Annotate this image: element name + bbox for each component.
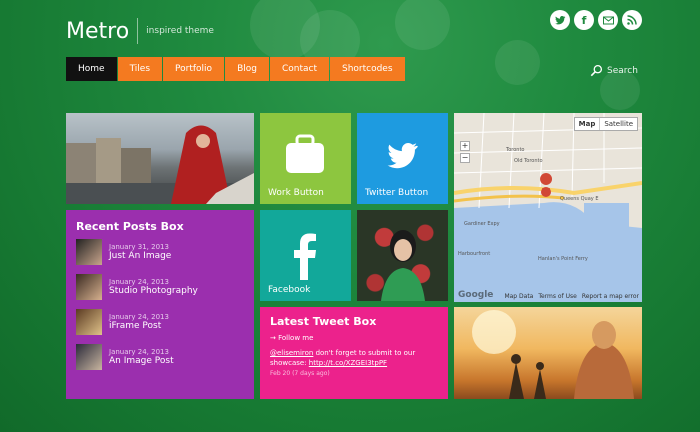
logo-title: Metro bbox=[66, 18, 130, 44]
post-thumbnail[interactable] bbox=[76, 239, 102, 265]
post-title[interactable]: Just An Image bbox=[109, 251, 171, 261]
recent-posts-title: Recent Posts Box bbox=[76, 220, 184, 233]
portrait-image bbox=[381, 230, 425, 301]
rss-icon[interactable] bbox=[622, 10, 642, 30]
nav-item-blog[interactable]: Blog bbox=[225, 57, 269, 81]
nav-item-tiles[interactable]: Tiles bbox=[117, 57, 163, 81]
nav-item-shortcodes[interactable]: Shortcodes bbox=[329, 57, 405, 81]
map-zoom-controls: + − bbox=[460, 141, 470, 163]
latest-tweet-title: Latest Tweet Box bbox=[270, 315, 377, 328]
map-zoom-in-button[interactable]: + bbox=[460, 141, 470, 151]
facebook-icon[interactable]: f bbox=[574, 10, 594, 30]
social-links: f bbox=[550, 10, 642, 30]
map-label-old-toronto: Old Toronto bbox=[514, 158, 543, 164]
map-label-toronto: Toronto bbox=[506, 147, 525, 153]
venice-image bbox=[66, 125, 254, 204]
map-label-queens-quay: Queens Quay E bbox=[560, 196, 599, 202]
list-item[interactable]: January 31, 2013 Just An Image bbox=[76, 239, 244, 265]
tweet-handle-link[interactable]: @elisemiron bbox=[270, 349, 313, 357]
list-item[interactable]: January 24, 2013 An Image Post bbox=[76, 344, 244, 370]
search-icon bbox=[590, 64, 603, 77]
beach-photo-tile[interactable] bbox=[454, 307, 642, 399]
search-box[interactable]: Search bbox=[590, 64, 638, 77]
logo-divider bbox=[137, 18, 139, 44]
map-label-gardiner: Gardiner Expy bbox=[464, 221, 500, 227]
map-terms-link[interactable]: Terms of Use bbox=[538, 293, 576, 300]
post-title[interactable]: An Image Post bbox=[109, 356, 174, 366]
list-item[interactable]: January 24, 2013 Studio Photography bbox=[76, 274, 244, 300]
post-thumbnail[interactable] bbox=[76, 309, 102, 335]
recent-posts-tile: Recent Posts Box January 31, 2013 Just An… bbox=[66, 210, 254, 399]
post-date: January 31, 2013 bbox=[109, 243, 169, 251]
map-report-link[interactable]: Report a map error bbox=[582, 293, 639, 300]
twitter-button-tile[interactable]: Twitter Button bbox=[357, 113, 448, 204]
work-button-label: Work Button bbox=[268, 188, 324, 198]
nav-item-portfolio[interactable]: Portfolio bbox=[163, 57, 225, 81]
latest-tweet-tile: Latest Tweet Box → Follow me @elisemiron… bbox=[260, 307, 448, 399]
post-date: January 24, 2013 bbox=[109, 313, 169, 321]
venice-photo-tile[interactable] bbox=[66, 113, 254, 204]
list-item[interactable]: January 24, 2013 iFrame Post bbox=[76, 309, 244, 335]
map-tile[interactable]: Toronto Old Toronto Gardiner Expy Harbou… bbox=[454, 113, 642, 302]
twitter-button-label: Twitter Button bbox=[365, 188, 429, 198]
bokeh-light bbox=[250, 0, 320, 60]
map-data-link[interactable]: Map Data bbox=[504, 293, 533, 300]
map-tab-map[interactable]: Map bbox=[575, 118, 601, 130]
map-zoom-out-button[interactable]: − bbox=[460, 153, 470, 163]
map-type-toggle: Map Satellite bbox=[573, 117, 638, 131]
main-nav: Home Tiles Portfolio Blog Contact Shortc… bbox=[66, 57, 406, 81]
post-title[interactable]: Studio Photography bbox=[109, 286, 198, 296]
follow-me-link[interactable]: → Follow me bbox=[270, 334, 438, 342]
map-tab-satellite[interactable]: Satellite bbox=[600, 118, 637, 130]
tweet-url-link[interactable]: http://t.co/XZGEI3tpPF bbox=[309, 359, 387, 367]
bokeh-light bbox=[395, 0, 450, 50]
nav-item-contact[interactable]: Contact bbox=[269, 57, 329, 81]
map-label-ferry: Hanlan's Point Ferry bbox=[538, 256, 588, 262]
bokeh-light bbox=[495, 40, 540, 85]
facebook-tile[interactable]: Facebook bbox=[260, 210, 351, 301]
site-logo[interactable]: Metro inspired theme bbox=[66, 18, 214, 44]
work-button-tile[interactable]: Work Button bbox=[260, 113, 351, 204]
post-date: January 24, 2013 bbox=[109, 348, 169, 356]
post-thumbnail[interactable] bbox=[76, 274, 102, 300]
post-thumbnail[interactable] bbox=[76, 344, 102, 370]
twitter-icon[interactable] bbox=[550, 10, 570, 30]
map-label-harbourfront: Harbourfront bbox=[458, 251, 491, 257]
search-label: Search bbox=[607, 65, 638, 76]
beach-image bbox=[472, 310, 634, 399]
logo-subtitle: inspired theme bbox=[146, 26, 214, 36]
portrait-photo-tile[interactable] bbox=[357, 210, 448, 301]
email-icon[interactable] bbox=[598, 10, 618, 30]
facebook-label: Facebook bbox=[268, 285, 311, 295]
map-footer: Map Data Terms of Use Report a map error bbox=[454, 290, 642, 302]
tweet-date: Feb 20 (7 days ago) bbox=[270, 370, 330, 377]
nav-item-home[interactable]: Home bbox=[66, 57, 117, 81]
post-date: January 24, 2013 bbox=[109, 278, 169, 286]
post-title[interactable]: iFrame Post bbox=[109, 321, 169, 331]
tweet-text: @elisemiron don't forget to submit to ou… bbox=[270, 348, 438, 368]
map-view[interactable] bbox=[454, 113, 642, 302]
